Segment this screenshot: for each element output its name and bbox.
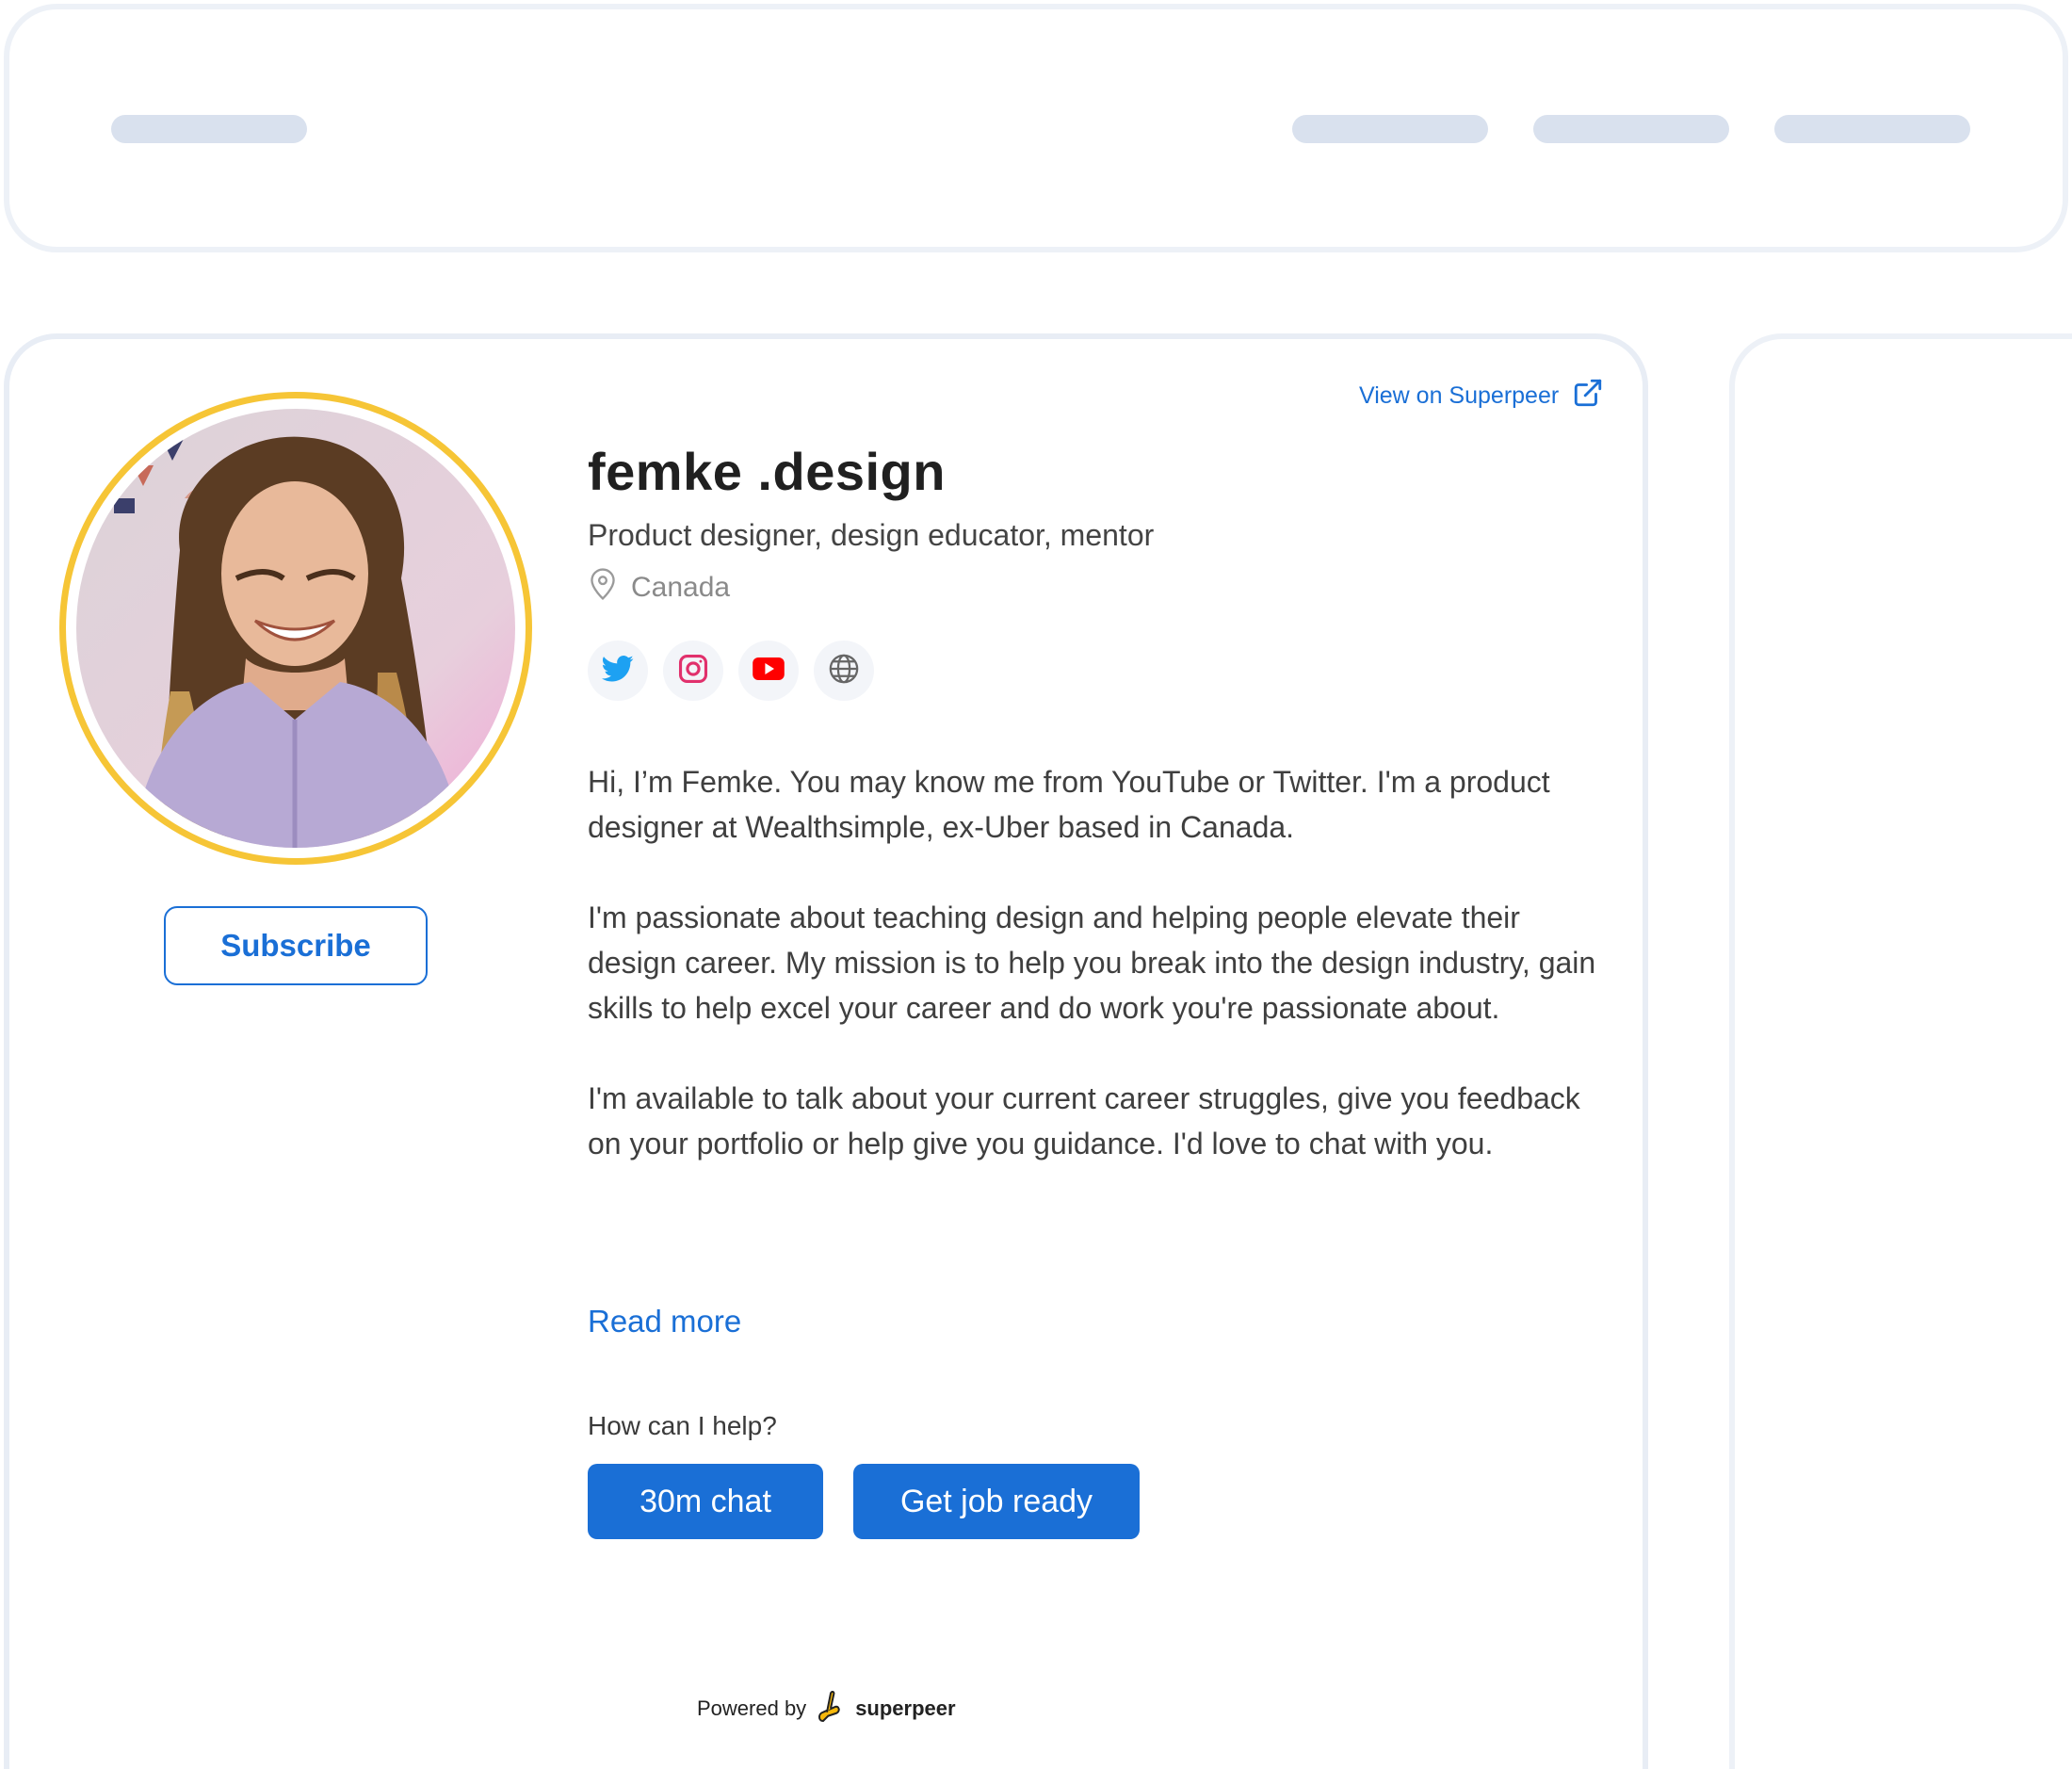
- bio-paragraph: Hi, I’m Femke. You may know me from YouT…: [588, 765, 1550, 844]
- social-links: [588, 641, 874, 701]
- view-link-label: View on Superpeer: [1359, 381, 1560, 409]
- avatar: [76, 409, 515, 848]
- get-job-ready-button[interactable]: Get job ready: [853, 1464, 1140, 1539]
- profile-location: Canada: [588, 567, 731, 609]
- action-buttons: 30m chat Get job ready: [588, 1464, 1140, 1539]
- instagram-link[interactable]: [663, 641, 723, 701]
- location-pin-icon: [588, 567, 618, 609]
- read-more-link[interactable]: Read more: [588, 1304, 741, 1339]
- avatar-ring: [59, 392, 532, 865]
- instagram-icon: [677, 653, 709, 690]
- view-on-superpeer-link[interactable]: View on Superpeer: [1359, 377, 1604, 414]
- nav-placeholder-3: [1774, 115, 1970, 143]
- profile-bio: Hi, I’m Femke. You may know me from YouT…: [588, 759, 1614, 1211]
- chat-30m-button[interactable]: 30m chat: [588, 1464, 823, 1539]
- superpeer-brand: superpeer: [855, 1696, 956, 1720]
- website-link[interactable]: [814, 641, 874, 701]
- powered-by-footer: Powered by superpeer: [697, 1688, 956, 1729]
- profile-name: femke .design: [588, 442, 946, 501]
- globe-icon: [828, 653, 860, 690]
- profile-tagline: Product designer, design educator, mento…: [588, 518, 1155, 552]
- powered-by-text: Powered by: [697, 1696, 807, 1720]
- help-heading: How can I help?: [588, 1411, 777, 1440]
- logo-placeholder: [111, 115, 307, 143]
- nav-placeholder-1: [1292, 115, 1488, 143]
- youtube-icon: [753, 657, 785, 685]
- twitter-icon: [602, 655, 634, 688]
- bio-paragraph: I'm passionate about teaching design and…: [588, 901, 1596, 1025]
- youtube-link[interactable]: [738, 641, 799, 701]
- external-link-icon: [1572, 377, 1604, 415]
- side-card-placeholder: [1729, 333, 2072, 1769]
- top-nav-placeholder: [4, 4, 2068, 252]
- bio-paragraph: I'm available to talk about your current…: [588, 1081, 1580, 1160]
- subscribe-button[interactable]: Subscribe: [164, 906, 428, 985]
- twitter-link[interactable]: [588, 641, 648, 701]
- nav-placeholder-2: [1533, 115, 1729, 143]
- location-text: Canada: [631, 572, 731, 603]
- superpeer-logo-icon: [816, 1688, 846, 1729]
